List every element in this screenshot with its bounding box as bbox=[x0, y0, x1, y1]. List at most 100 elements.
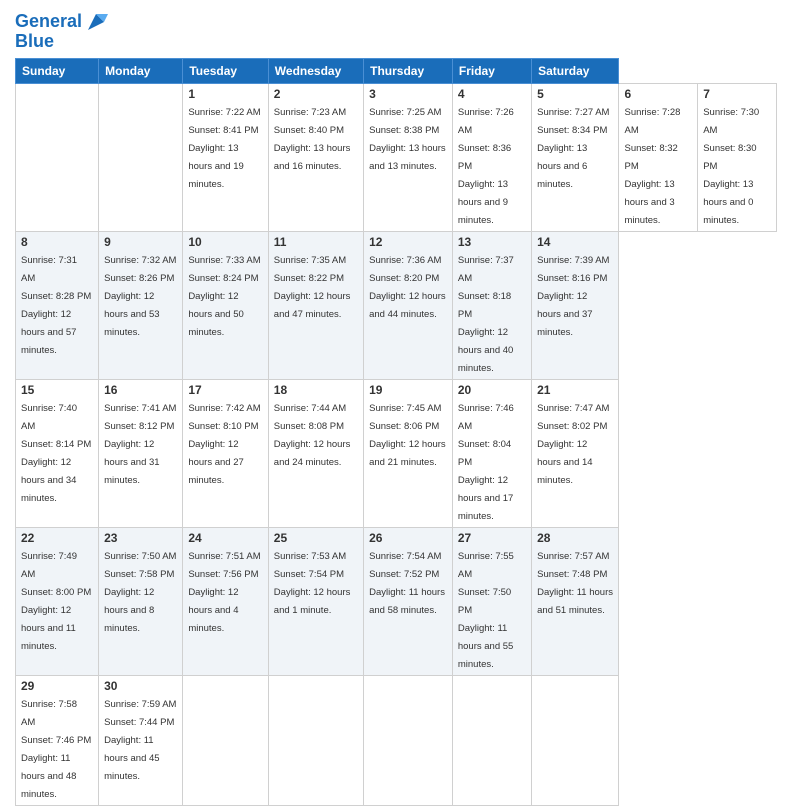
calendar-cell: 29 Sunrise: 7:58 AMSunset: 7:46 PMDayligh… bbox=[16, 676, 99, 806]
empty-cell bbox=[532, 676, 619, 806]
day-number: 22 bbox=[21, 531, 93, 545]
day-info: Sunrise: 7:23 AMSunset: 8:40 PMDaylight:… bbox=[274, 107, 351, 172]
day-info: Sunrise: 7:54 AMSunset: 7:52 PMDaylight:… bbox=[369, 551, 445, 616]
day-info: Sunrise: 7:57 AMSunset: 7:48 PMDaylight:… bbox=[537, 551, 613, 616]
day-info: Sunrise: 7:32 AMSunset: 8:26 PMDaylight:… bbox=[104, 255, 176, 338]
calendar-cell: 12 Sunrise: 7:36 AMSunset: 8:20 PMDayligh… bbox=[364, 232, 453, 380]
day-number: 27 bbox=[458, 531, 526, 545]
calendar-cell: 14 Sunrise: 7:39 AMSunset: 8:16 PMDayligh… bbox=[532, 232, 619, 380]
calendar-cell: 10 Sunrise: 7:33 AMSunset: 8:24 PMDayligh… bbox=[183, 232, 268, 380]
day-info: Sunrise: 7:41 AMSunset: 8:12 PMDaylight:… bbox=[104, 403, 176, 486]
day-info: Sunrise: 7:35 AMSunset: 8:22 PMDaylight:… bbox=[274, 255, 351, 320]
calendar-cell: 19Sunrise: 7:45 AMSunset: 8:06 PMDayligh… bbox=[364, 380, 453, 528]
calendar-cell: 5 Sunrise: 7:27 AMSunset: 8:34 PMDaylight… bbox=[532, 84, 619, 232]
day-number: 23 bbox=[104, 531, 177, 545]
calendar-cell: 21Sunrise: 7:47 AMSunset: 8:02 PMDayligh… bbox=[532, 380, 619, 528]
weekday-header: Saturday bbox=[532, 59, 619, 84]
calendar-cell: 7 Sunrise: 7:30 AMSunset: 8:30 PMDaylight… bbox=[698, 84, 777, 232]
day-number: 3 bbox=[369, 87, 447, 101]
calendar-cell: 11 Sunrise: 7:35 AMSunset: 8:22 PMDayligh… bbox=[268, 232, 363, 380]
day-info: Sunrise: 7:39 AMSunset: 8:16 PMDaylight:… bbox=[537, 255, 609, 338]
day-number: 7 bbox=[703, 87, 771, 101]
day-number: 26 bbox=[369, 531, 447, 545]
day-number: 19 bbox=[369, 383, 447, 397]
calendar-week-row: 29 Sunrise: 7:58 AMSunset: 7:46 PMDayligh… bbox=[16, 676, 777, 806]
day-number: 29 bbox=[21, 679, 93, 693]
day-info: Sunrise: 7:55 AMSunset: 7:50 PMDaylight:… bbox=[458, 551, 514, 670]
calendar-cell: 6 Sunrise: 7:28 AMSunset: 8:32 PMDaylight… bbox=[619, 84, 698, 232]
day-info: Sunrise: 7:22 AMSunset: 8:41 PMDaylight:… bbox=[188, 107, 260, 190]
day-number: 28 bbox=[537, 531, 613, 545]
day-number: 16 bbox=[104, 383, 177, 397]
calendar-cell: 8Sunrise: 7:31 AMSunset: 8:28 PMDaylight… bbox=[16, 232, 99, 380]
calendar-cell: 23Sunrise: 7:50 AMSunset: 7:58 PMDayligh… bbox=[99, 528, 183, 676]
day-info: Sunrise: 7:58 AMSunset: 7:46 PMDaylight:… bbox=[21, 699, 91, 800]
calendar-cell: 17 Sunrise: 7:42 AMSunset: 8:10 PMDayligh… bbox=[183, 380, 268, 528]
calendar-cell: 15Sunrise: 7:40 AMSunset: 8:14 PMDayligh… bbox=[16, 380, 99, 528]
logo-icon bbox=[84, 10, 108, 34]
calendar-cell: 28 Sunrise: 7:57 AMSunset: 7:48 PMDayligh… bbox=[532, 528, 619, 676]
empty-cell bbox=[16, 84, 99, 232]
day-info: Sunrise: 7:42 AMSunset: 8:10 PMDaylight:… bbox=[188, 403, 260, 486]
day-number: 14 bbox=[537, 235, 613, 249]
calendar-table: SundayMondayTuesdayWednesdayThursdayFrid… bbox=[15, 58, 777, 806]
day-number: 10 bbox=[188, 235, 262, 249]
day-info: Sunrise: 7:26 AMSunset: 8:36 PMDaylight:… bbox=[458, 107, 514, 226]
day-info: Sunrise: 7:47 AMSunset: 8:02 PMDaylight:… bbox=[537, 403, 609, 486]
day-info: Sunrise: 7:51 AMSunset: 7:56 PMDaylight:… bbox=[188, 551, 260, 634]
empty-cell bbox=[183, 676, 268, 806]
calendar-week-row: 8Sunrise: 7:31 AMSunset: 8:28 PMDaylight… bbox=[16, 232, 777, 380]
calendar-header-row: SundayMondayTuesdayWednesdayThursdayFrid… bbox=[16, 59, 777, 84]
day-info: Sunrise: 7:44 AMSunset: 8:08 PMDaylight:… bbox=[274, 403, 351, 468]
calendar-cell: 30 Sunrise: 7:59 AMSunset: 7:44 PMDayligh… bbox=[99, 676, 183, 806]
calendar-cell: 27 Sunrise: 7:55 AMSunset: 7:50 PMDayligh… bbox=[452, 528, 531, 676]
logo-text2: Blue bbox=[15, 31, 108, 52]
day-info: Sunrise: 7:27 AMSunset: 8:34 PMDaylight:… bbox=[537, 107, 609, 190]
calendar-cell: 3 Sunrise: 7:25 AMSunset: 8:38 PMDaylight… bbox=[364, 84, 453, 232]
empty-cell bbox=[452, 676, 531, 806]
empty-cell bbox=[268, 676, 363, 806]
day-number: 20 bbox=[458, 383, 526, 397]
calendar-cell: 13 Sunrise: 7:37 AMSunset: 8:18 PMDayligh… bbox=[452, 232, 531, 380]
empty-cell bbox=[364, 676, 453, 806]
day-number: 11 bbox=[274, 235, 358, 249]
day-number: 2 bbox=[274, 87, 358, 101]
calendar-week-row: 22 Sunrise: 7:49 AMSunset: 8:00 PMDayligh… bbox=[16, 528, 777, 676]
day-number: 13 bbox=[458, 235, 526, 249]
calendar-cell: 20 Sunrise: 7:46 AMSunset: 8:04 PMDayligh… bbox=[452, 380, 531, 528]
calendar-cell: 9Sunrise: 7:32 AMSunset: 8:26 PMDaylight… bbox=[99, 232, 183, 380]
day-info: Sunrise: 7:30 AMSunset: 8:30 PMDaylight:… bbox=[703, 107, 759, 226]
day-number: 5 bbox=[537, 87, 613, 101]
day-number: 8 bbox=[21, 235, 93, 249]
page-header: General Blue bbox=[15, 10, 777, 52]
day-number: 15 bbox=[21, 383, 93, 397]
day-number: 4 bbox=[458, 87, 526, 101]
calendar-cell: 1Sunrise: 7:22 AMSunset: 8:41 PMDaylight… bbox=[183, 84, 268, 232]
day-info: Sunrise: 7:37 AMSunset: 8:18 PMDaylight:… bbox=[458, 255, 514, 374]
day-number: 24 bbox=[188, 531, 262, 545]
calendar-cell: 24 Sunrise: 7:51 AMSunset: 7:56 PMDayligh… bbox=[183, 528, 268, 676]
day-info: Sunrise: 7:46 AMSunset: 8:04 PMDaylight:… bbox=[458, 403, 514, 522]
calendar-cell: 4 Sunrise: 7:26 AMSunset: 8:36 PMDaylight… bbox=[452, 84, 531, 232]
calendar-week-row: 15Sunrise: 7:40 AMSunset: 8:14 PMDayligh… bbox=[16, 380, 777, 528]
calendar-cell: 25 Sunrise: 7:53 AMSunset: 7:54 PMDayligh… bbox=[268, 528, 363, 676]
weekday-header: Sunday bbox=[16, 59, 99, 84]
day-info: Sunrise: 7:25 AMSunset: 8:38 PMDaylight:… bbox=[369, 107, 446, 172]
day-number: 6 bbox=[624, 87, 692, 101]
weekday-header: Tuesday bbox=[183, 59, 268, 84]
weekday-header: Monday bbox=[99, 59, 183, 84]
calendar-cell: 18Sunrise: 7:44 AMSunset: 8:08 PMDayligh… bbox=[268, 380, 363, 528]
day-info: Sunrise: 7:59 AMSunset: 7:44 PMDaylight:… bbox=[104, 699, 176, 782]
day-number: 12 bbox=[369, 235, 447, 249]
day-info: Sunrise: 7:49 AMSunset: 8:00 PMDaylight:… bbox=[21, 551, 91, 652]
day-number: 17 bbox=[188, 383, 262, 397]
day-number: 30 bbox=[104, 679, 177, 693]
day-info: Sunrise: 7:53 AMSunset: 7:54 PMDaylight:… bbox=[274, 551, 351, 616]
logo: General Blue bbox=[15, 10, 108, 52]
day-info: Sunrise: 7:33 AMSunset: 8:24 PMDaylight:… bbox=[188, 255, 260, 338]
day-number: 25 bbox=[274, 531, 358, 545]
day-info: Sunrise: 7:36 AMSunset: 8:20 PMDaylight:… bbox=[369, 255, 446, 320]
weekday-header: Thursday bbox=[364, 59, 453, 84]
day-info: Sunrise: 7:28 AMSunset: 8:32 PMDaylight:… bbox=[624, 107, 680, 226]
empty-cell bbox=[99, 84, 183, 232]
